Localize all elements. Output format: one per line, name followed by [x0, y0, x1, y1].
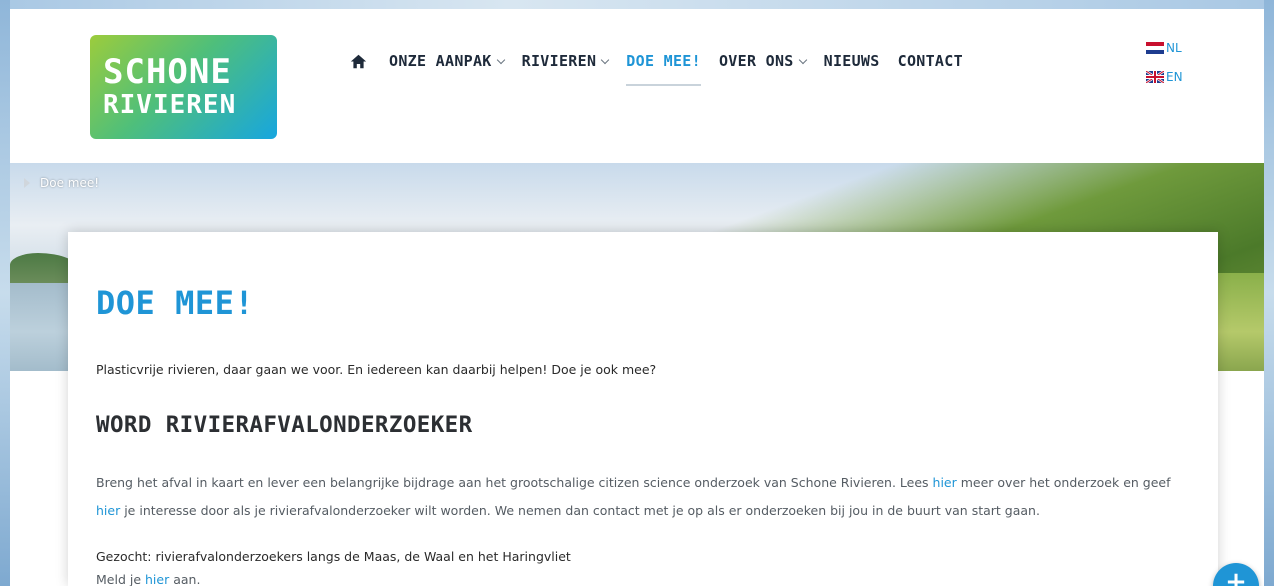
para-text-1: Breng het afval in kaart en lever een be…: [96, 475, 933, 490]
nav-nieuws[interactable]: NIEUWS: [824, 46, 880, 76]
lang-nl[interactable]: NL: [1146, 39, 1183, 57]
sky-background-right: [1264, 0, 1274, 586]
para-text-3: je interesse door als je rivierafvalonde…: [120, 503, 1040, 518]
home-icon: [350, 54, 367, 68]
sky-background-top: [0, 0, 1274, 9]
nav-doe-mee-label: DOE MEE!: [626, 52, 701, 70]
chevron-right-icon: [24, 178, 30, 188]
lang-en-label: EN: [1166, 70, 1183, 84]
chevron-down-icon: [496, 55, 505, 64]
logo-line1: SCHONE: [103, 52, 232, 92]
nav-doe-mee[interactable]: DOE MEE!: [626, 46, 701, 86]
page-title: DOE MEE!: [96, 284, 255, 322]
logo[interactable]: SCHONE RIVIEREN: [90, 35, 277, 139]
section-title: WORD RIVIERAFVALONDERZOEKER: [96, 412, 473, 438]
para-text-2: meer over het onderzoek en geef: [956, 475, 1171, 490]
nav-home[interactable]: [350, 46, 371, 76]
plus-icon: +: [1225, 567, 1247, 586]
signup-text-1: Meld je: [96, 572, 145, 586]
uk-flag-icon: [1146, 71, 1164, 83]
signup-text: Meld je hier aan.: [96, 572, 200, 586]
nav-contact-label: CONTACT: [897, 52, 963, 70]
nav-over-ons-label: OVER ONS: [718, 52, 794, 70]
site-header: SCHONE RIVIEREN ONZE AANPAK RIVIEREN DOE…: [10, 9, 1264, 163]
research-paragraph: Breng het afval in kaart en lever een be…: [96, 469, 1196, 525]
wanted-text: Gezocht: rivierafvalonderzoekers langs d…: [96, 549, 571, 564]
language-switcher: NL EN: [1146, 39, 1183, 97]
nav-onze-aanpak[interactable]: ONZE AANPAK: [389, 46, 505, 76]
register-interest-link[interactable]: hier: [96, 503, 120, 518]
nav-rivieren[interactable]: RIVIEREN: [521, 46, 610, 76]
signup-text-2: aan.: [169, 572, 201, 586]
nav-nieuws-label: NIEUWS: [823, 52, 880, 70]
netherlands-flag-icon: [1146, 42, 1164, 54]
sky-background-left: [0, 0, 10, 586]
logo-line2: RIVIEREN: [103, 90, 237, 120]
main-nav: ONZE AANPAK RIVIEREN DOE MEE! OVER ONS N…: [350, 46, 981, 86]
breadcrumb-current: Doe mee!: [40, 176, 100, 190]
lang-en[interactable]: EN: [1146, 68, 1183, 86]
breadcrumb: Doe mee!: [24, 176, 99, 190]
nav-over-ons[interactable]: OVER ONS: [718, 46, 807, 76]
signup-link[interactable]: hier: [145, 572, 169, 586]
intro-text: Plasticvrije rivieren, daar gaan we voor…: [96, 362, 657, 377]
page: SCHONE RIVIEREN ONZE AANPAK RIVIEREN DOE…: [10, 9, 1264, 586]
chevron-down-icon: [798, 55, 807, 64]
nav-rivieren-label: RIVIEREN: [521, 52, 597, 70]
nav-onze-aanpak-label: ONZE AANPAK: [389, 52, 492, 70]
lang-nl-label: NL: [1166, 41, 1182, 55]
nav-contact[interactable]: CONTACT: [898, 46, 963, 76]
content-card: DOE MEE! Plasticvrije rivieren, daar gaa…: [68, 232, 1218, 586]
read-more-link[interactable]: hier: [933, 475, 957, 490]
chevron-down-icon: [601, 55, 610, 64]
